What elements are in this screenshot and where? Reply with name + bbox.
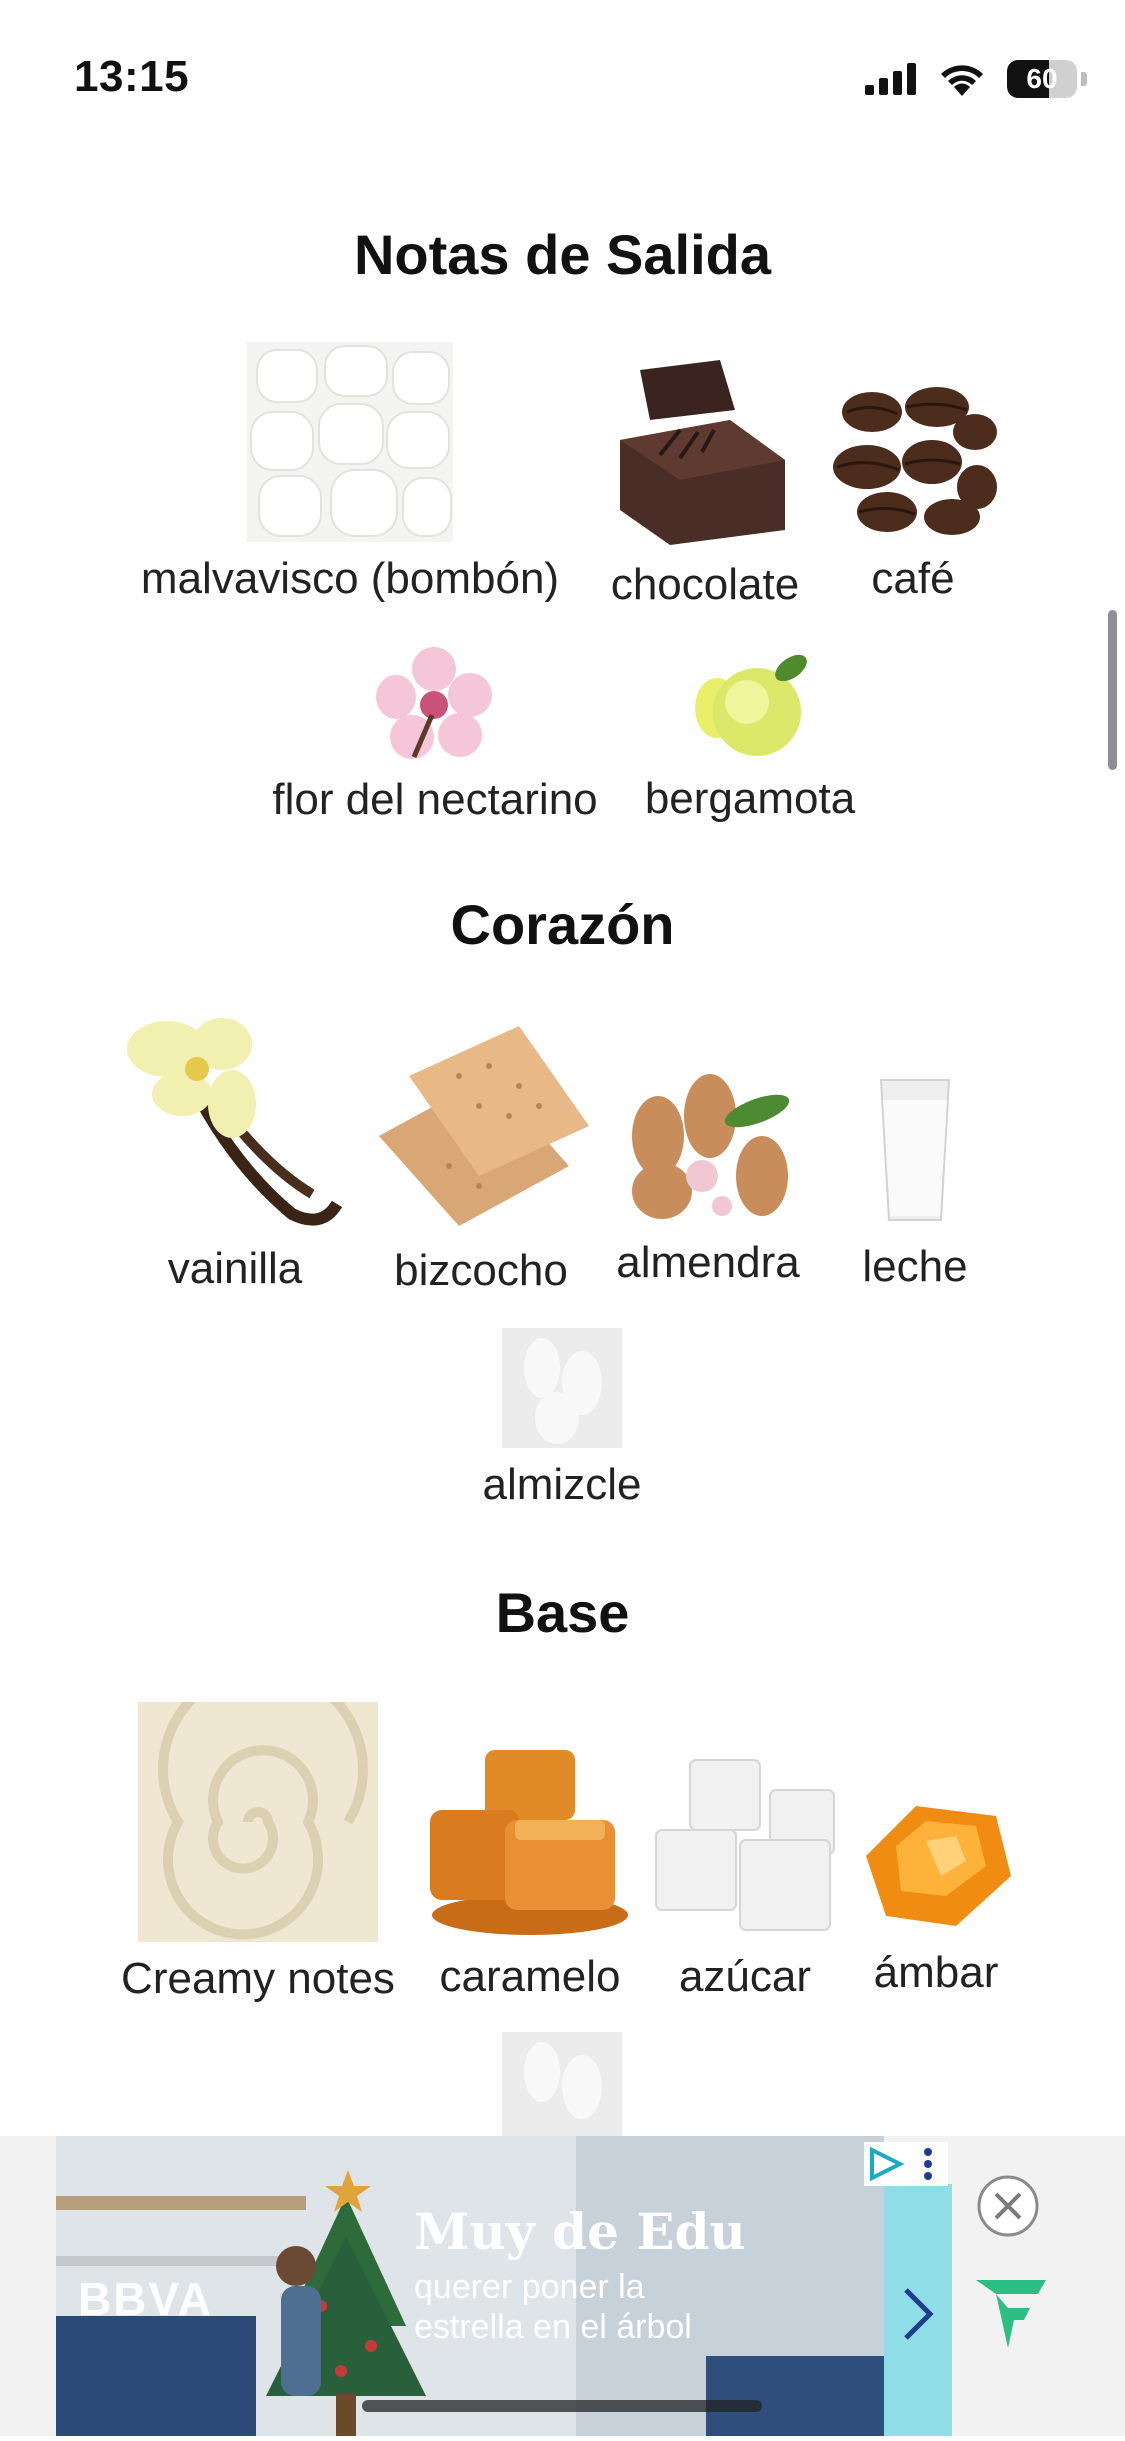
- caramelo-image: [425, 1740, 635, 1940]
- note-item[interactable]: ámbar: [850, 1796, 1022, 1998]
- note-item[interactable]: Creamy notes: [108, 1702, 408, 2004]
- battery-icon: 60: [1007, 60, 1077, 98]
- signal-icon: [865, 63, 916, 95]
- chevron-right-icon: [904, 2288, 934, 2340]
- note-label: ámbar: [873, 1948, 999, 1997]
- note-label: leche: [862, 1242, 968, 1291]
- section-title-base: Base: [495, 1581, 630, 1644]
- note-item[interactable]: bergamota: [630, 642, 870, 824]
- note-item[interactable]: caramelo: [420, 1740, 640, 2002]
- note-item[interactable]: vainilla: [120, 1014, 350, 1294]
- note-label: azúcar: [678, 1952, 812, 2001]
- leche-image: [835, 1070, 995, 1230]
- cafe-image: [827, 372, 999, 542]
- almendra-image: [622, 1066, 794, 1226]
- ad-headline: Muy de Edu: [414, 2202, 746, 2261]
- ad-banner[interactable]: BBVA Muy de Edu querer poner la estrella…: [0, 2136, 1125, 2436]
- note-item[interactable]: flor del nectarino: [250, 645, 620, 825]
- battery-percent: 60: [1026, 63, 1058, 94]
- ad-choices-badge[interactable]: [864, 2142, 948, 2186]
- note-label: flor del nectarino: [272, 775, 598, 824]
- ad-chevron-panel[interactable]: [884, 2184, 952, 2436]
- creamy-notes-image: [138, 1702, 378, 1942]
- ad-close-button[interactable]: [976, 2174, 1040, 2238]
- vainilla-image: [122, 1014, 348, 1232]
- funnel-logo-icon: [976, 2280, 1046, 2348]
- note-item[interactable]: bizcocho: [366, 1016, 596, 1296]
- close-icon: [977, 2175, 1039, 2237]
- note-label: bizcocho: [394, 1246, 568, 1295]
- status-bar: 13:15 60: [0, 0, 1125, 150]
- ad-line-1: querer poner la: [414, 2268, 645, 2306]
- status-time: 13:15: [74, 52, 190, 101]
- ad-brand: BBVA: [78, 2273, 213, 2325]
- note-item[interactable]: almendra: [608, 1066, 808, 1288]
- note-item[interactable]: azúcar: [650, 1750, 840, 2002]
- base-extra-image-partial: [502, 2032, 622, 2136]
- note-item[interactable]: leche: [830, 1070, 1000, 1292]
- note-label: caramelo: [439, 1952, 621, 2001]
- note-label: malvavisco (bombón): [140, 554, 560, 603]
- ad-line-2: estrella en el árbol: [414, 2308, 692, 2346]
- note-label: almizcle: [482, 1460, 642, 1509]
- note-label: Creamy notes: [121, 1954, 395, 2003]
- malvavisco-image: [247, 342, 453, 542]
- note-item[interactable]: almizcle: [452, 1328, 672, 1510]
- note-label: almendra: [616, 1238, 800, 1287]
- note-item[interactable]: malvavisco (bombón): [120, 342, 580, 604]
- almizcle-image: [502, 1328, 622, 1448]
- scrollbar[interactable]: [1108, 610, 1117, 770]
- section-title-corazon: Corazón: [450, 893, 675, 956]
- ad-network-logo: [966, 2268, 1056, 2358]
- wifi-icon: [941, 65, 983, 96]
- bizcocho-image: [369, 1016, 593, 1234]
- note-item[interactable]: café: [823, 372, 1003, 604]
- section-title-salida: Notas de Salida: [353, 223, 772, 286]
- bergamota-image: [689, 642, 811, 762]
- note-label: chocolate: [610, 560, 800, 609]
- azucar-image: [650, 1750, 840, 1940]
- ad-choices-icon: [870, 2146, 932, 2182]
- status-icons: 60: [865, 60, 1087, 98]
- note-label: café: [871, 554, 955, 603]
- note-label: bergamota: [644, 774, 856, 823]
- ad-image[interactable]: BBVA Muy de Edu querer poner la estrella…: [56, 2136, 884, 2436]
- flor-nectarino-image: [374, 645, 496, 763]
- chocolate-image: [610, 360, 800, 548]
- home-indicator[interactable]: [362, 2400, 762, 2412]
- ambar-image: [856, 1796, 1016, 1936]
- note-label: vainilla: [167, 1244, 303, 1293]
- battery-cap: [1081, 72, 1087, 86]
- note-item[interactable]: chocolate: [595, 360, 815, 610]
